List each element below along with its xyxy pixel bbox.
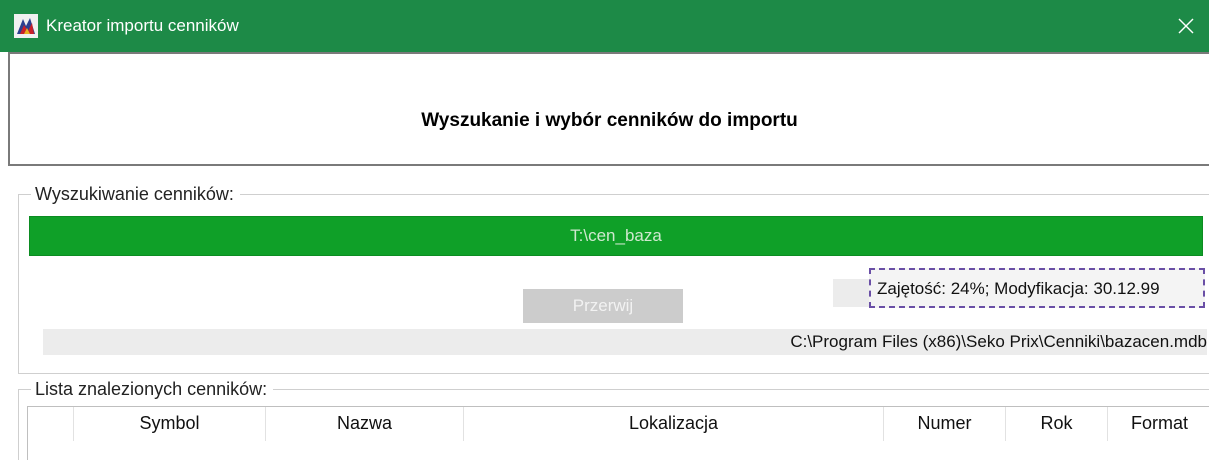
current-path-bar: C:\Program Files (x86)\Seko Prix\Cenniki… xyxy=(43,329,1207,355)
column-header-name[interactable]: Nazwa xyxy=(266,407,464,441)
current-path-text: C:\Program Files (x86)\Seko Prix\Cenniki… xyxy=(790,332,1207,351)
column-header-select[interactable] xyxy=(28,407,74,441)
search-groupbox-legend: Wyszukiwanie cenników: xyxy=(31,183,240,205)
column-header-year[interactable]: Rok xyxy=(1006,407,1108,441)
results-groupbox-legend: Lista znalezionych cenników: xyxy=(31,378,274,400)
window-title: Kreator importu cenników xyxy=(46,16,239,35)
search-progress-bar: T:\cen_baza xyxy=(29,216,1203,256)
title-bar[interactable]: Kreator importu cenników xyxy=(0,0,1209,52)
search-groupbox: Wyszukiwanie cenników: T:\cen_baza Przer… xyxy=(18,183,1209,374)
close-icon xyxy=(1178,18,1194,34)
app-logo-icon xyxy=(14,14,38,38)
column-header-format[interactable]: Format xyxy=(1108,407,1209,441)
import-wizard-window: Kreator importu cenników Wyszukanie i wy… xyxy=(0,0,1209,460)
database-info-label: Zajętość: 24%; Modyfikacja: 30.12.99 xyxy=(869,268,1205,308)
column-header-location[interactable]: Lokalizacja xyxy=(464,407,884,441)
column-header-symbol[interactable]: Symbol xyxy=(74,407,266,441)
wizard-step-heading: Wyszukanie i wybór cenników do importu xyxy=(421,110,798,131)
database-info-text: Zajętość: 24%; Modyfikacja: 30.12.99 xyxy=(877,279,1160,298)
search-progress-text: T:\cen_baza xyxy=(570,226,662,245)
close-button[interactable] xyxy=(1163,0,1209,52)
results-table[interactable]: Symbol Nazwa Lokalizacja Numer Rok Forma… xyxy=(27,406,1209,460)
wizard-header-panel: Wyszukanie i wybór cenników do importu xyxy=(8,52,1209,166)
stop-button[interactable]: Przerwij xyxy=(523,289,683,323)
results-groupbox: Lista znalezionych cenników: Symbol Nazw… xyxy=(18,378,1209,460)
column-header-number[interactable]: Numer xyxy=(884,407,1006,441)
info-background xyxy=(833,279,873,307)
